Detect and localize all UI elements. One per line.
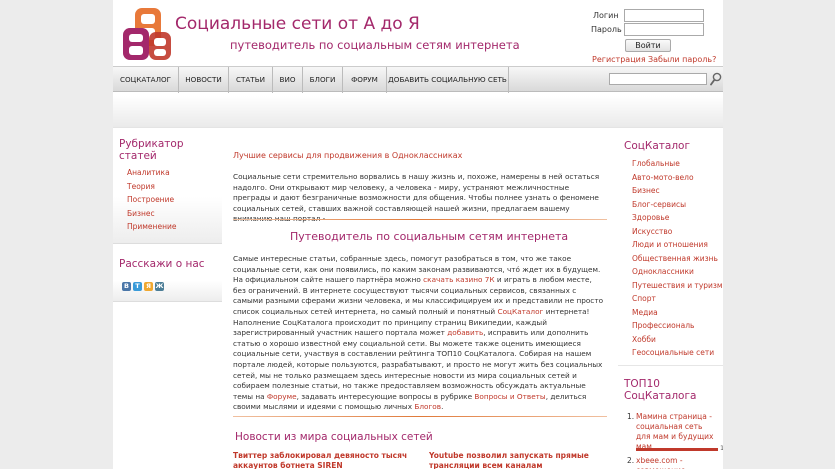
rubricator-item[interactable]: Теория	[127, 180, 222, 194]
share-title: Расскажи о нас	[119, 258, 205, 270]
divider	[233, 416, 607, 417]
nav-item-add-network[interactable]: ДОБАВИТЬ СОЦИАЛЬНУЮ СЕТЬ	[387, 67, 509, 93]
nav-item-vio[interactable]: ВИО	[273, 67, 303, 93]
guide-text: .	[441, 402, 444, 412]
guide-paragraph: Самые интересные статьи, собранные здесь…	[233, 254, 605, 413]
catalog-item[interactable]: Хобби	[632, 333, 723, 347]
top10-rank: 2.	[627, 456, 635, 465]
share-box: Расскажи о нас	[113, 250, 222, 302]
livejournal-share-icon[interactable]: Ж	[155, 282, 164, 291]
page: Социальные сети от А до Я путеводитель п…	[113, 0, 723, 469]
site-header: Социальные сети от А до Я путеводитель п…	[113, 0, 723, 66]
blogs-link[interactable]: Блогов	[414, 402, 441, 411]
vk-share-icon[interactable]: В	[122, 282, 131, 291]
yandex-share-icon[interactable]: Я	[144, 282, 153, 291]
guide-text: , исправить или дополнить статью о хорош…	[233, 328, 603, 401]
password-field[interactable]	[624, 23, 704, 36]
register-link[interactable]: Регистрация	[592, 55, 646, 64]
intro-paragraph: Социальные сети стремительно ворвались в…	[233, 172, 600, 224]
header-band	[113, 96, 723, 128]
forum-link[interactable]: Форуме	[267, 392, 297, 401]
qa-link[interactable]: Вопросы и Ответы	[474, 392, 545, 401]
top10-rank: 1.	[627, 412, 635, 421]
nav-item-blogs[interactable]: БЛОГИ	[303, 67, 343, 93]
login-button[interactable]: Войти	[625, 39, 671, 52]
search-input[interactable]	[609, 73, 707, 85]
news-heading: Новости из мира социальных сетей	[235, 431, 433, 443]
catalog-item[interactable]: Искусство	[632, 225, 723, 239]
catalog-item[interactable]: Профессиональ	[632, 319, 723, 333]
nav-item-news[interactable]: НОВОСТИ	[179, 67, 229, 93]
guide-heading: Путеводитель по социальным сетям интерне…	[290, 230, 569, 243]
catalog-item[interactable]: Геосоциальные сети	[632, 346, 723, 360]
rating-bar	[636, 448, 718, 451]
soccatalog-link[interactable]: СоцКаталог	[498, 307, 544, 316]
add-link[interactable]: добавить	[447, 328, 483, 337]
divider	[233, 219, 607, 220]
soccatalog-title: СоцКаталог	[624, 140, 690, 152]
catalog-item[interactable]: Люди и отношения	[632, 238, 723, 252]
news-item[interactable]: Youtube позволил запускать прямые трансл…	[429, 451, 604, 469]
top10-item[interactable]: xbeee.com - совмещение	[636, 456, 718, 469]
forgot-password-link[interactable]: Забыли пароль?	[648, 55, 716, 64]
catalog-item[interactable]: Здоровье	[632, 211, 723, 225]
rubricator-item[interactable]: Аналитика	[127, 166, 222, 180]
twitter-share-icon[interactable]: Т	[133, 282, 142, 291]
site-title: Социальные сети от А до Я	[175, 14, 420, 34]
rubricator-box: Рубрикатор статей Аналитика Теория Постр…	[113, 128, 222, 244]
password-label: Пароль	[591, 25, 622, 34]
catalog-item[interactable]: Спорт	[632, 292, 723, 306]
divider	[618, 365, 723, 366]
promo-link[interactable]: Лучшие сервисы для продвижения в Однокла…	[233, 151, 462, 160]
nav-item-articles[interactable]: СТАТЬИ	[229, 67, 273, 93]
rating-value: 12	[720, 444, 723, 452]
login-label: Логин	[593, 11, 619, 20]
rubricator-title: Рубрикатор статей	[119, 138, 184, 162]
rubricator-item[interactable]: Применение	[127, 220, 222, 234]
catalog-item[interactable]: Медиа	[632, 306, 723, 320]
top10-item[interactable]: Мамина страница - социальная сеть для ма…	[636, 412, 718, 452]
site-subtitle: путеводитель по социальным сетям интерне…	[230, 38, 520, 52]
top10-title: ТОП10 СоцКатaлога	[624, 378, 697, 402]
site-logo[interactable]	[121, 6, 175, 62]
guide-text: , задавать интересующие вопросы в рубрик…	[296, 391, 475, 401]
soccatalog-list: Глобальные Авто-мото-вело Бизнес Блог-се…	[632, 157, 723, 360]
rubricator-item[interactable]: Построение	[127, 193, 222, 207]
search-icon[interactable]	[710, 72, 722, 86]
news-item[interactable]: Твиттер заблокировал девяносто тысяч акк…	[233, 451, 408, 469]
catalog-item[interactable]: Авто-мото-вело	[632, 171, 723, 185]
catalog-item[interactable]: Бизнес	[632, 184, 723, 198]
nav-item-soccatalog[interactable]: СОЦКАТАЛОГ	[113, 67, 179, 93]
login-field[interactable]	[624, 9, 704, 22]
casino-link[interactable]: скачать казино 7К	[423, 275, 494, 284]
catalog-item[interactable]: Глобальные	[632, 157, 723, 171]
catalog-item[interactable]: Блог-сервисы	[632, 198, 723, 212]
nav-item-forum[interactable]: ФОРУМ	[343, 67, 387, 93]
rubricator-item[interactable]: Бизнес	[127, 207, 222, 221]
catalog-item[interactable]: Одноклассники	[632, 265, 723, 279]
catalog-item[interactable]: Путешествия и туризм	[632, 279, 723, 293]
catalog-item[interactable]: Общественная жизнь	[632, 252, 723, 266]
